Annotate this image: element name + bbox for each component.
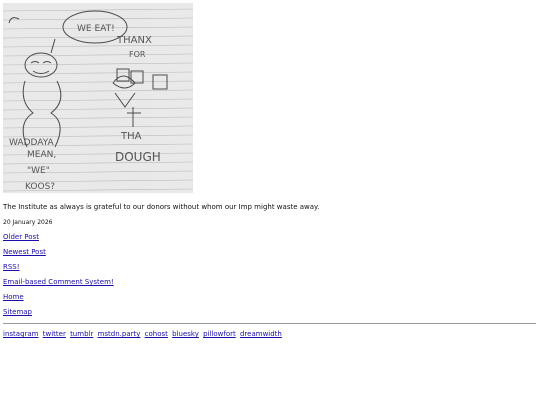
social-link-cohost[interactable]: cohost xyxy=(145,330,168,338)
social-link-instagram[interactable]: instagram xyxy=(3,330,39,338)
social-link-bluesky[interactable]: bluesky xyxy=(172,330,199,338)
nav-item-sitemap: Sitemap xyxy=(3,308,537,317)
nav-item-newest: Newest Post xyxy=(3,248,537,257)
home-link[interactable]: Home xyxy=(3,293,24,301)
social-link-dreamwidth[interactable]: dreamwidth xyxy=(240,330,282,338)
rss-link[interactable]: RSS! xyxy=(3,263,20,271)
social-link-mstdn-party[interactable]: mstdn.party xyxy=(98,330,141,338)
nav-item-home: Home xyxy=(3,293,537,302)
social-link-twitter[interactable]: twitter xyxy=(43,330,66,338)
social-link-pillowfort[interactable]: pillowfort xyxy=(203,330,236,338)
footer-divider xyxy=(3,323,536,324)
nav-item-rss: RSS! xyxy=(3,263,537,272)
newest-post-link[interactable]: Newest Post xyxy=(3,248,46,256)
we-text: "WE" xyxy=(27,166,50,176)
waddaya-text: WADDAYA xyxy=(9,138,55,148)
post-caption: The Institute as always is grateful to o… xyxy=(3,203,320,211)
for-text: FOR xyxy=(129,50,146,59)
social-links: instagram twitter tumblr mstdn.party coh… xyxy=(3,330,537,339)
koos-text: KOOS? xyxy=(25,182,55,192)
post-navigation: Older Post Newest Post RSS! Email-based … xyxy=(3,233,537,317)
social-link-tumblr[interactable]: tumblr xyxy=(70,330,93,338)
nav-item-email-comments: Email-based Comment System! xyxy=(3,278,537,287)
dough-text: DOUGH xyxy=(115,150,161,164)
bubble-text: WE EAT! xyxy=(77,24,115,34)
page: WE EAT! THANX FOR THA DOUGH WADDAYA MEAN… xyxy=(0,0,540,339)
older-post-link[interactable]: Older Post xyxy=(3,233,39,241)
thanx-text: THANX xyxy=(116,35,152,46)
post-drawing-image: WE EAT! THANX FOR THA DOUGH WADDAYA MEAN… xyxy=(3,3,193,193)
nav-item-older: Older Post xyxy=(3,233,537,242)
mean-text: MEAN, xyxy=(27,150,56,160)
post-date: 20 January 2026 xyxy=(3,219,53,226)
email-comment-system-link[interactable]: Email-based Comment System! xyxy=(3,278,114,286)
tha-text: THA xyxy=(120,131,142,142)
sitemap-link[interactable]: Sitemap xyxy=(3,308,32,316)
